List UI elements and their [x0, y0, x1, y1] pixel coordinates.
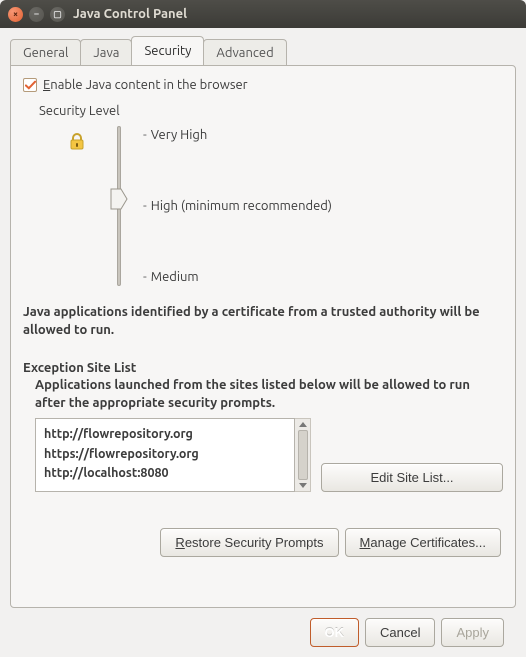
exception-site-list[interactable]: http://flowrepository.org https://flowre… — [35, 418, 295, 492]
edit-site-list-button[interactable]: Edit Site List... — [321, 463, 503, 492]
restore-security-prompts-button[interactable]: Restore Security Prompts — [160, 528, 338, 557]
level-very-high: -Very High — [143, 128, 332, 142]
level-medium: -Medium — [143, 270, 332, 284]
enable-java-label: Enable Java content in the browser — [43, 78, 248, 92]
close-icon[interactable]: × — [8, 7, 23, 22]
enable-java-checkbox[interactable] — [23, 78, 37, 92]
level-high: -High (minimum recommended) — [143, 199, 332, 213]
security-level-slider[interactable] — [109, 126, 129, 286]
list-item[interactable]: https://flowrepository.org — [44, 445, 286, 464]
security-level-label: Security Level — [39, 104, 503, 118]
cancel-button[interactable]: Cancel — [365, 618, 435, 647]
tab-general[interactable]: General — [10, 39, 81, 66]
scroll-down-icon[interactable] — [299, 483, 307, 488]
maximize-icon[interactable]: ▢ — [50, 7, 65, 22]
ok-button[interactable]: OK — [310, 618, 360, 647]
slider-thumb-icon[interactable] — [110, 188, 128, 213]
window-buttons: × – ▢ — [8, 7, 65, 22]
tab-advanced[interactable]: Advanced — [203, 39, 286, 66]
security-panel: Enable Java content in the browser Secur… — [10, 65, 516, 608]
apply-button: Apply — [441, 618, 504, 647]
titlebar: × – ▢ Java Control Panel — [0, 0, 526, 28]
dialog-footer: OK Cancel Apply — [10, 608, 516, 647]
exception-site-list-note: Applications launched from the sites lis… — [35, 377, 503, 412]
lock-icon — [67, 132, 87, 155]
list-item[interactable]: http://flowrepository.org — [44, 425, 286, 444]
tab-bar: General Java Security Advanced — [10, 36, 516, 65]
security-description: Java applications identified by a certif… — [23, 304, 503, 339]
list-item[interactable]: http://localhost:8080 — [44, 464, 286, 483]
tab-security[interactable]: Security — [131, 36, 204, 65]
window-title: Java Control Panel — [73, 7, 187, 21]
exception-site-list-heading: Exception Site List — [23, 361, 503, 375]
manage-certificates-button[interactable]: Manage Certificates... — [345, 528, 501, 557]
list-scrollbar[interactable] — [295, 418, 311, 492]
security-level-slider-area: -Very High -High (minimum recommended) -… — [59, 126, 503, 286]
scroll-thumb[interactable] — [298, 430, 308, 480]
tab-java[interactable]: Java — [80, 39, 132, 66]
enable-java-row[interactable]: Enable Java content in the browser — [23, 78, 503, 92]
scroll-up-icon[interactable] — [299, 422, 307, 427]
minimize-icon[interactable]: – — [29, 7, 44, 22]
